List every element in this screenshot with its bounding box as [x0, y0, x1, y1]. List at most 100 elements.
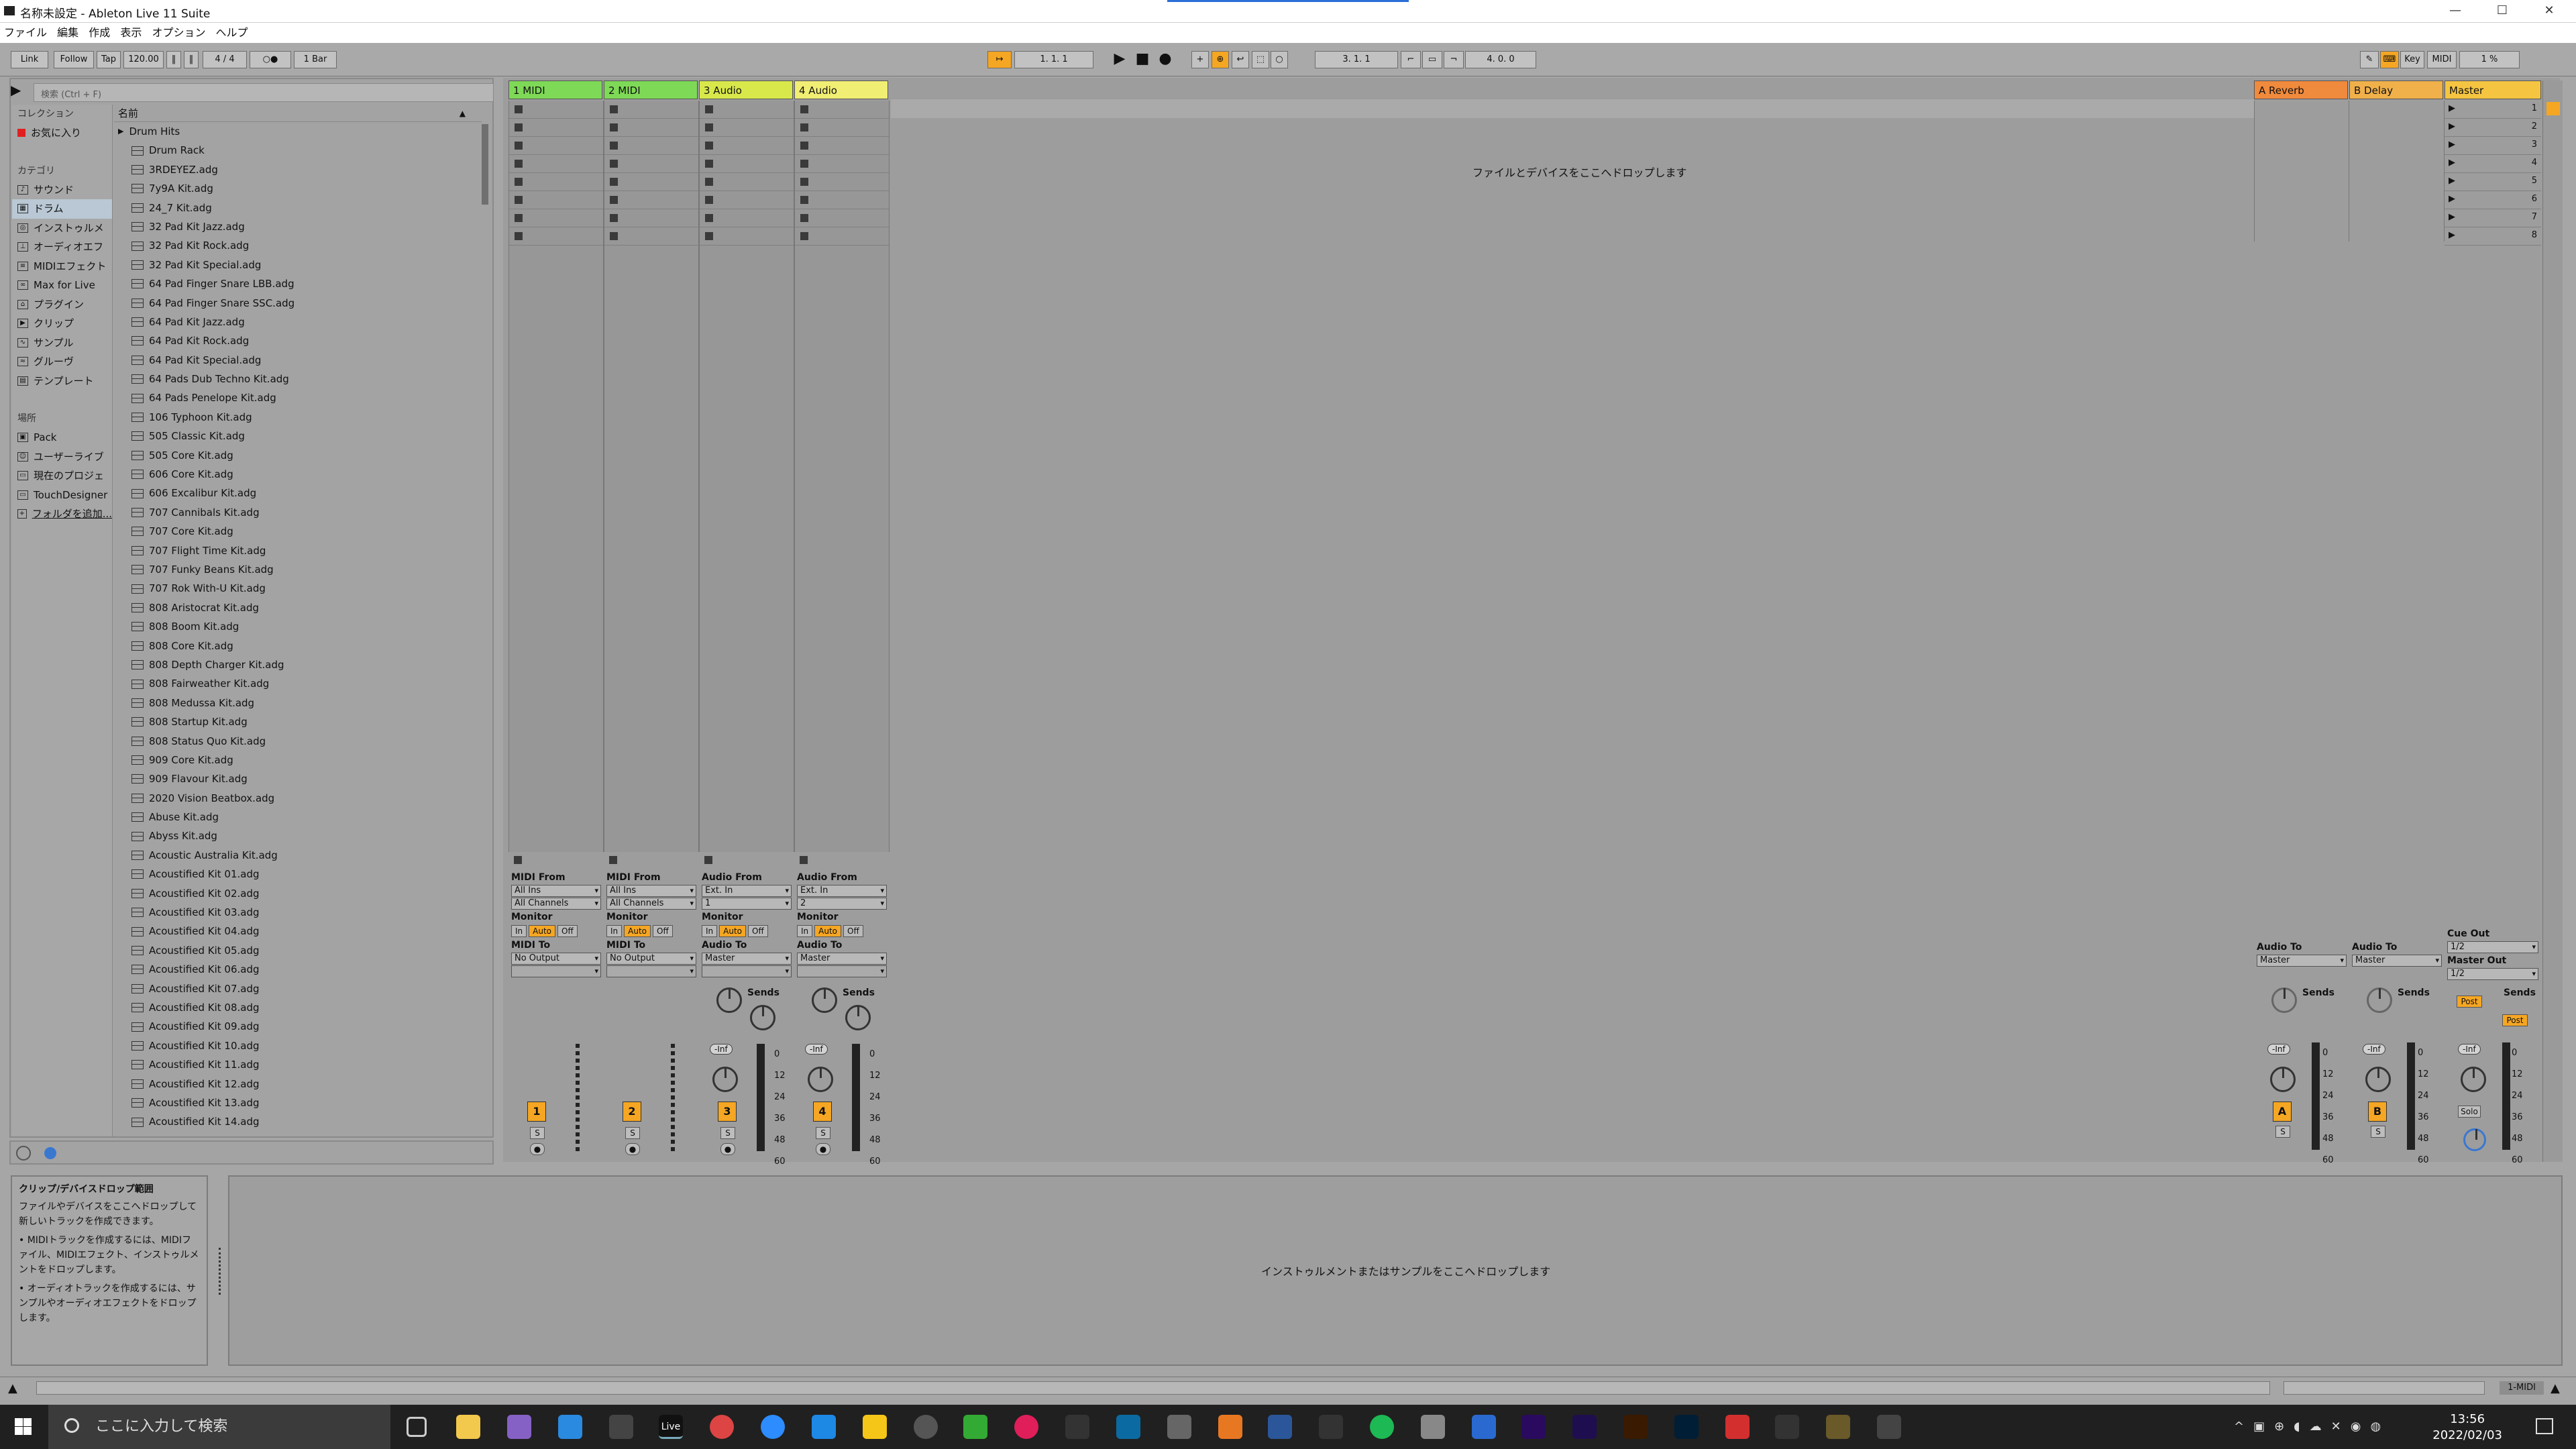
send-b-knob[interactable]	[845, 1005, 871, 1030]
list-item[interactable]: Acoustified Kit 14.adg	[114, 1112, 482, 1131]
input-type-select[interactable]: All Ins	[606, 885, 696, 897]
arm-button[interactable]: ●	[530, 1143, 545, 1155]
stop-all-clips-icon[interactable]	[800, 856, 808, 864]
sidebar-item-sounds[interactable]: ♪ サウンド	[12, 180, 112, 200]
list-item[interactable]: 2020 Vision Beatbox.adg	[114, 789, 482, 808]
menu-options[interactable]: オプション	[152, 23, 205, 43]
nudge-down-icon[interactable]: ‖	[166, 51, 181, 68]
record-button[interactable]: ●	[1155, 51, 1175, 68]
clip-slot[interactable]	[604, 227, 698, 246]
clip-slot[interactable]	[604, 101, 698, 119]
scene-slot[interactable]: ▶ 6	[2445, 191, 2541, 209]
output-type-select[interactable]: Master	[797, 953, 887, 965]
app-icon-settings[interactable]	[1421, 1415, 1445, 1439]
track-header-b-delay[interactable]: B Delay	[2349, 80, 2443, 99]
draw-mode-icon[interactable]: ✎	[2360, 51, 2379, 68]
list-item[interactable]: Acoustified Kit 04.adg	[114, 922, 482, 941]
output-type-select[interactable]: Master	[702, 953, 792, 965]
maximize-button[interactable]: ☐	[2482, 0, 2522, 23]
list-item[interactable]: 707 Core Kit.adg	[114, 522, 482, 541]
sidebar-item-touchdesigner[interactable]: ▭ TouchDesigner	[12, 486, 112, 505]
app-icon-red[interactable]	[1725, 1415, 1750, 1439]
loop-start-field[interactable]: 3. 1. 1	[1315, 51, 1398, 68]
list-item[interactable]: 606 Excalibur Kit.adg	[114, 484, 482, 502]
volume-readout[interactable]: -Inf	[710, 1044, 733, 1055]
list-item[interactable]: Abuse Kit.adg	[114, 808, 482, 826]
list-item[interactable]: Acoustified Kit 07.adg	[114, 979, 482, 998]
list-item[interactable]: 808 Fairweather Kit.adg	[114, 674, 482, 693]
clip-slot[interactable]	[700, 137, 794, 155]
solo-button[interactable]: S	[720, 1127, 735, 1139]
list-item[interactable]: 7y9A Kit.adg	[114, 179, 482, 198]
list-item[interactable]: 808 Depth Charger Kit.adg	[114, 655, 482, 674]
solo-button[interactable]: S	[530, 1127, 545, 1139]
list-item[interactable]: 32 Pad Kit Rock.adg	[114, 236, 482, 255]
monitor-in-button[interactable]: In	[702, 925, 718, 937]
monitor-off-button[interactable]: Off	[843, 925, 863, 937]
output-type-select[interactable]: No Output	[511, 953, 601, 965]
list-item[interactable]: 808 Aristocrat Kit.adg	[114, 598, 482, 617]
clip-slot[interactable]	[700, 101, 794, 119]
track-header-a-reverb[interactable]: A Reverb	[2254, 80, 2348, 99]
volume-readout[interactable]: -Inf	[2363, 1044, 2385, 1055]
list-item[interactable]: 909 Core Kit.adg	[114, 751, 482, 769]
monitor-auto-button[interactable]: Auto	[624, 925, 651, 937]
list-item[interactable]: 707 Rok With-U Kit.adg	[114, 579, 482, 598]
audio-to-select[interactable]: Master	[2257, 955, 2347, 967]
cue-out-select[interactable]: 1/2	[2447, 941, 2538, 953]
monitor-auto-button[interactable]: Auto	[529, 925, 556, 937]
after-effects-icon[interactable]	[1572, 1415, 1597, 1439]
list-item[interactable]: 707 Funky Beans Kit.adg	[114, 560, 482, 579]
arm-button[interactable]: ●	[720, 1143, 735, 1155]
session-record-icon[interactable]: ○	[1271, 51, 1288, 68]
track-header-master[interactable]: Master	[2445, 80, 2541, 99]
list-item[interactable]: Acoustified Kit 02.adg	[114, 884, 482, 903]
scene-slot[interactable]: ▶ 4	[2445, 155, 2541, 173]
key-map-button[interactable]: Key	[2400, 51, 2424, 68]
clip-slot[interactable]	[509, 155, 603, 173]
volume-readout[interactable]: -Inf	[805, 1044, 828, 1055]
arm-button[interactable]: ●	[625, 1143, 640, 1155]
monitor-off-button[interactable]: Off	[653, 925, 673, 937]
output-type-select[interactable]: No Output	[606, 953, 696, 965]
menu-edit[interactable]: 編集	[57, 23, 78, 43]
master-out-select[interactable]: 1/2	[2447, 968, 2538, 980]
clip-slot[interactable]	[509, 227, 603, 246]
notification-icon[interactable]	[2536, 1418, 2553, 1434]
clip-slot[interactable]	[509, 173, 603, 191]
pan-knob[interactable]	[2270, 1067, 2296, 1092]
zoom-icon[interactable]	[761, 1415, 785, 1439]
send-a-knob[interactable]	[716, 987, 742, 1013]
app-icon-wave[interactable]	[1472, 1415, 1496, 1439]
list-item[interactable]: 106 Typhoon Kit.adg	[114, 408, 482, 427]
windows-start-icon[interactable]	[15, 1418, 32, 1436]
automation-arm-icon[interactable]: ⊕	[1212, 51, 1229, 68]
stop-button[interactable]: ■	[1132, 51, 1152, 68]
list-item[interactable]: Acoustic Australia Kit.adg	[114, 846, 482, 865]
scene-slot[interactable]: ▶ 8	[2445, 227, 2541, 246]
scene-slot[interactable]: ▶ 2	[2445, 119, 2541, 137]
sidebar-item-favorites[interactable]: お気に入り	[12, 123, 112, 143]
audio-to-select[interactable]: Master	[2352, 955, 2442, 967]
follow-arrow-icon[interactable]: ↦	[987, 51, 1012, 68]
track-header-2[interactable]: 2 MIDI	[604, 80, 698, 99]
calculator-app-icon[interactable]	[1877, 1415, 1901, 1439]
output-channel-select[interactable]	[511, 965, 601, 977]
pan-knob[interactable]	[2365, 1067, 2391, 1092]
input-channel-select[interactable]: 1	[702, 898, 792, 910]
monitor-auto-button[interactable]: Auto	[814, 925, 842, 937]
volume-readout[interactable]: -Inf	[2458, 1044, 2481, 1055]
list-item[interactable]: Acoustified Kit 01.adg	[114, 865, 482, 883]
clip-slot[interactable]	[604, 191, 698, 209]
browser-scrollbar[interactable]	[482, 124, 488, 205]
splitter-handle[interactable]	[219, 1248, 224, 1295]
system-tray-icons[interactable]: ^▣⊕◖☁✕◉◍	[2234, 1419, 2390, 1434]
word-icon[interactable]	[1268, 1415, 1292, 1439]
list-item[interactable]: Acoustified Kit 09.adg	[114, 1017, 482, 1036]
solo-button[interactable]: S	[2275, 1126, 2290, 1138]
app-icon-orange[interactable]	[1218, 1415, 1242, 1439]
preview-play-icon[interactable]	[44, 1147, 56, 1159]
clip-slot[interactable]	[604, 137, 698, 155]
spotify-icon[interactable]	[1370, 1415, 1394, 1439]
clip-slot[interactable]	[795, 119, 889, 137]
